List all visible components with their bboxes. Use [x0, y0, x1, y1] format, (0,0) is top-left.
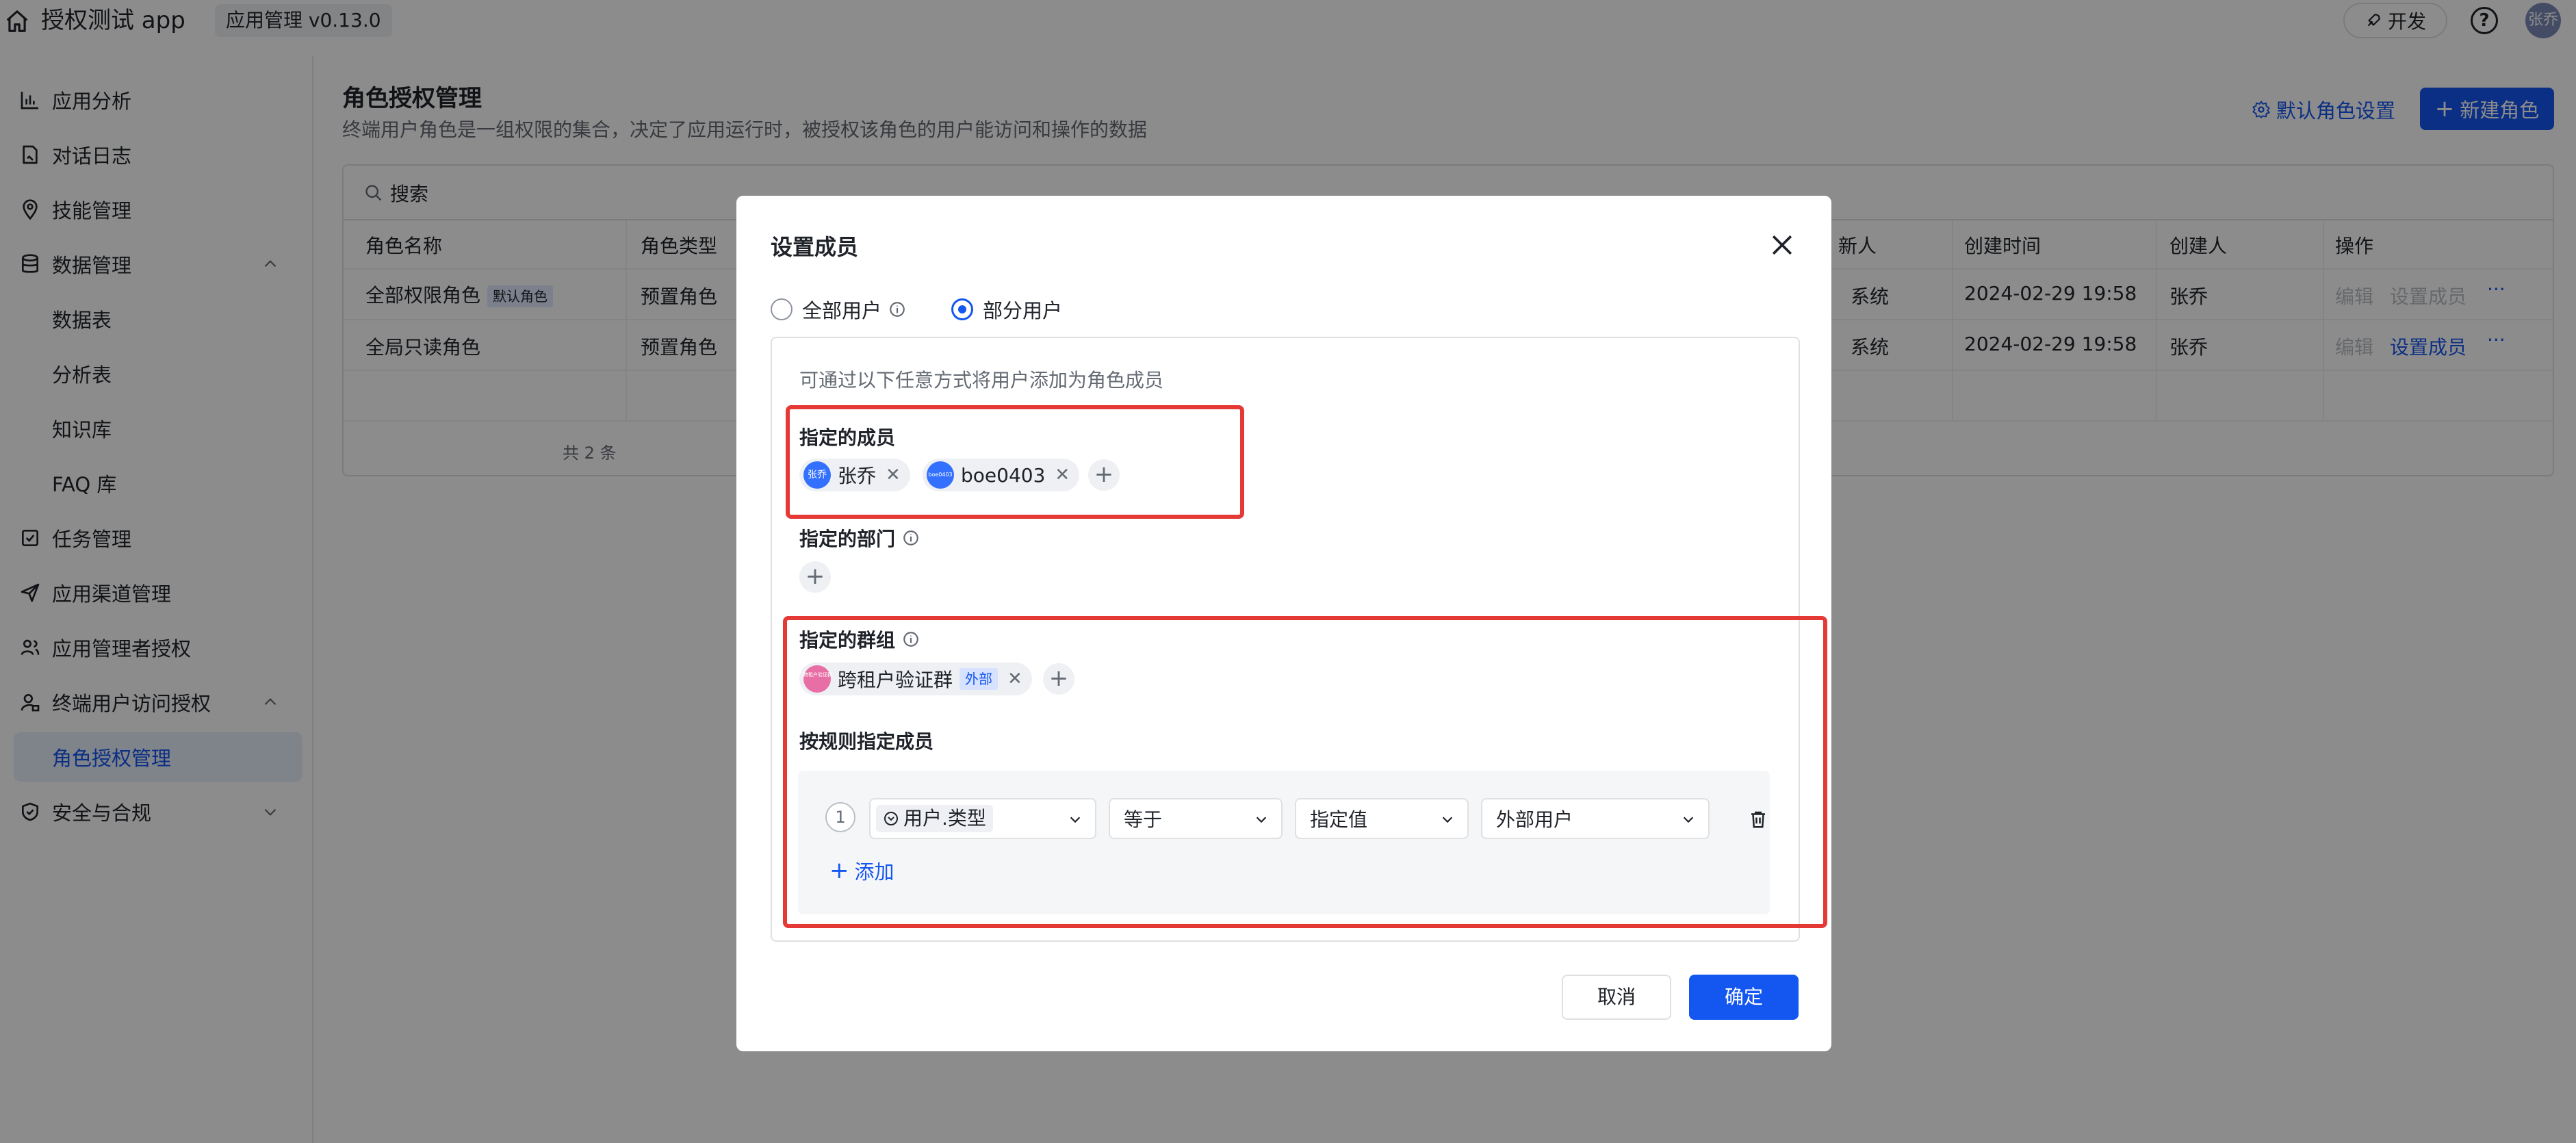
- set-members-dialog: 设置成员 全部用户 部分用户 可通过以下任意方式将用户添加为角色成员 指定的成员…: [736, 196, 1831, 1051]
- highlight-groups-and-rules: [783, 616, 1827, 928]
- add-department-button[interactable]: +: [799, 561, 831, 593]
- confirm-button[interactable]: 确定: [1689, 975, 1799, 1020]
- info-icon[interactable]: [888, 300, 906, 318]
- highlight-members: [786, 405, 1244, 519]
- close-icon[interactable]: [1767, 230, 1797, 260]
- info-icon[interactable]: [902, 529, 920, 547]
- departments-section-label: 指定的部门: [799, 524, 920, 552]
- cancel-button[interactable]: 取消: [1562, 975, 1671, 1020]
- radio-partial-users[interactable]: [951, 298, 974, 320]
- dialog-title: 设置成员: [771, 234, 859, 260]
- member-scope-radio-group: 全部用户 部分用户: [771, 296, 1062, 323]
- panel-hint: 可通过以下任意方式将用户添加为角色成员: [799, 369, 1164, 391]
- departments-label-text: 指定的部门: [799, 528, 896, 550]
- radio-all-users-label: 全部用户: [802, 299, 882, 322]
- radio-all-users[interactable]: [771, 298, 793, 320]
- app-root: 授权测试 app 应用管理 v0.13.0 开发 ? 张乔 应用分析 对话日志 …: [0, 0, 2576, 1143]
- radio-partial-users-label: 部分用户: [983, 299, 1063, 322]
